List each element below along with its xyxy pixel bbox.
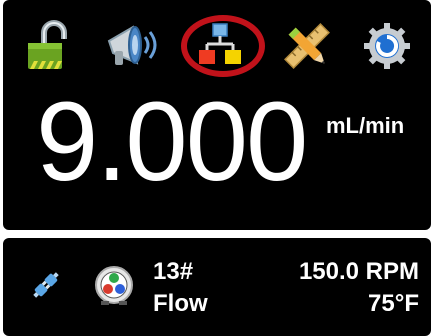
pump-head-icon: [93, 266, 135, 310]
flow-rate-value: 9.000: [36, 79, 308, 204]
main-display-panel: 9.000 mL/min: [3, 0, 431, 230]
temperature-readout: 75°F: [368, 290, 419, 317]
channel-number: 13#: [153, 258, 194, 285]
plug-connected-icon: [29, 272, 63, 306]
megaphone-icon: [103, 19, 159, 73]
pump-head-button[interactable]: [93, 264, 135, 311]
edit-button[interactable]: [275, 16, 339, 76]
mode-label: Flow: [153, 290, 208, 317]
connection-status[interactable]: [29, 268, 63, 307]
edit-ruler-pencil-icon: [280, 19, 334, 73]
unlock-button[interactable]: [15, 16, 79, 76]
speed-readout: 150.0 RPM: [298, 258, 419, 285]
announce-button[interactable]: [99, 16, 163, 76]
flow-rate-unit: mL/min: [326, 113, 405, 138]
network-icon: [195, 20, 247, 72]
status-bar: 13# Flow 150.0 RPM 75°F: [3, 238, 431, 336]
settings-gear-icon: [362, 21, 412, 71]
settings-button[interactable]: [355, 16, 419, 76]
unlock-icon: [20, 19, 74, 73]
network-button[interactable]: [189, 16, 253, 76]
